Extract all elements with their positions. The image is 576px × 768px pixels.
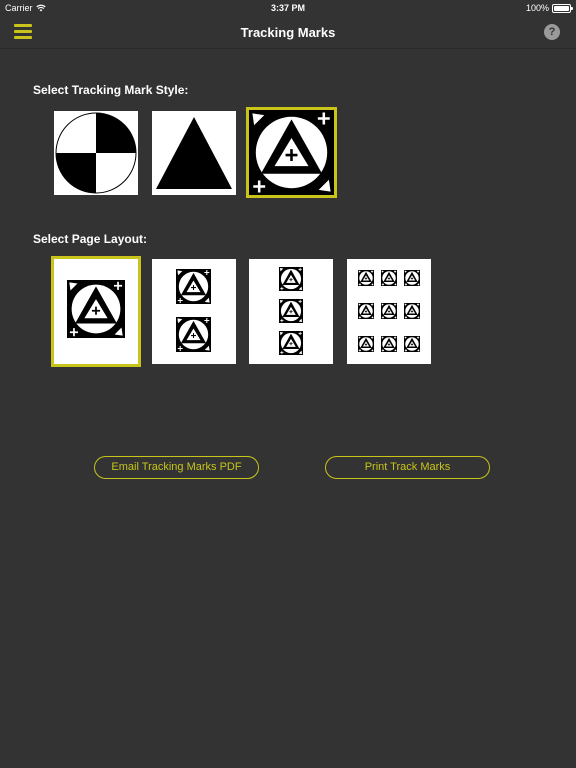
triangle-crosshair-mark-icon — [249, 110, 334, 195]
battery-info: 100% — [525, 3, 573, 13]
style-section-label: Select Tracking Mark Style: — [33, 83, 189, 97]
style-option-triangle-crosshair[interactable] — [246, 107, 337, 198]
layout-option-one-per-page[interactable] — [51, 256, 141, 367]
three-per-page-layout-icon — [279, 267, 303, 355]
checker-circle-mark-icon — [55, 112, 137, 194]
battery-percent: 100% — [525, 3, 549, 13]
navigation-bar: Tracking Marks ? — [0, 16, 576, 49]
triangle-mark-icon — [156, 117, 232, 189]
status-bar: Carrier 3:37 PM 100% — [0, 0, 576, 16]
email-pdf-button[interactable]: Email Tracking Marks PDF — [94, 456, 259, 479]
layout-option-three-per-page[interactable] — [249, 259, 333, 364]
battery-icon — [552, 3, 573, 13]
two-per-page-layout-icon — [176, 269, 211, 352]
nine-per-page-layout-icon — [358, 270, 420, 352]
one-per-page-layout-icon — [67, 280, 125, 338]
question-mark-icon[interactable]: ? — [544, 24, 560, 40]
style-option-checker-circle[interactable] — [54, 111, 138, 195]
page-title: Tracking Marks — [240, 25, 336, 40]
print-marks-button[interactable]: Print Track Marks — [325, 456, 490, 479]
layout-option-nine-per-page[interactable] — [347, 259, 431, 364]
status-time: 3:37 PM — [270, 3, 305, 13]
layout-option-two-per-page[interactable] — [152, 259, 236, 364]
layout-section-label: Select Page Layout: — [33, 232, 148, 246]
style-option-triangle[interactable] — [152, 111, 236, 195]
